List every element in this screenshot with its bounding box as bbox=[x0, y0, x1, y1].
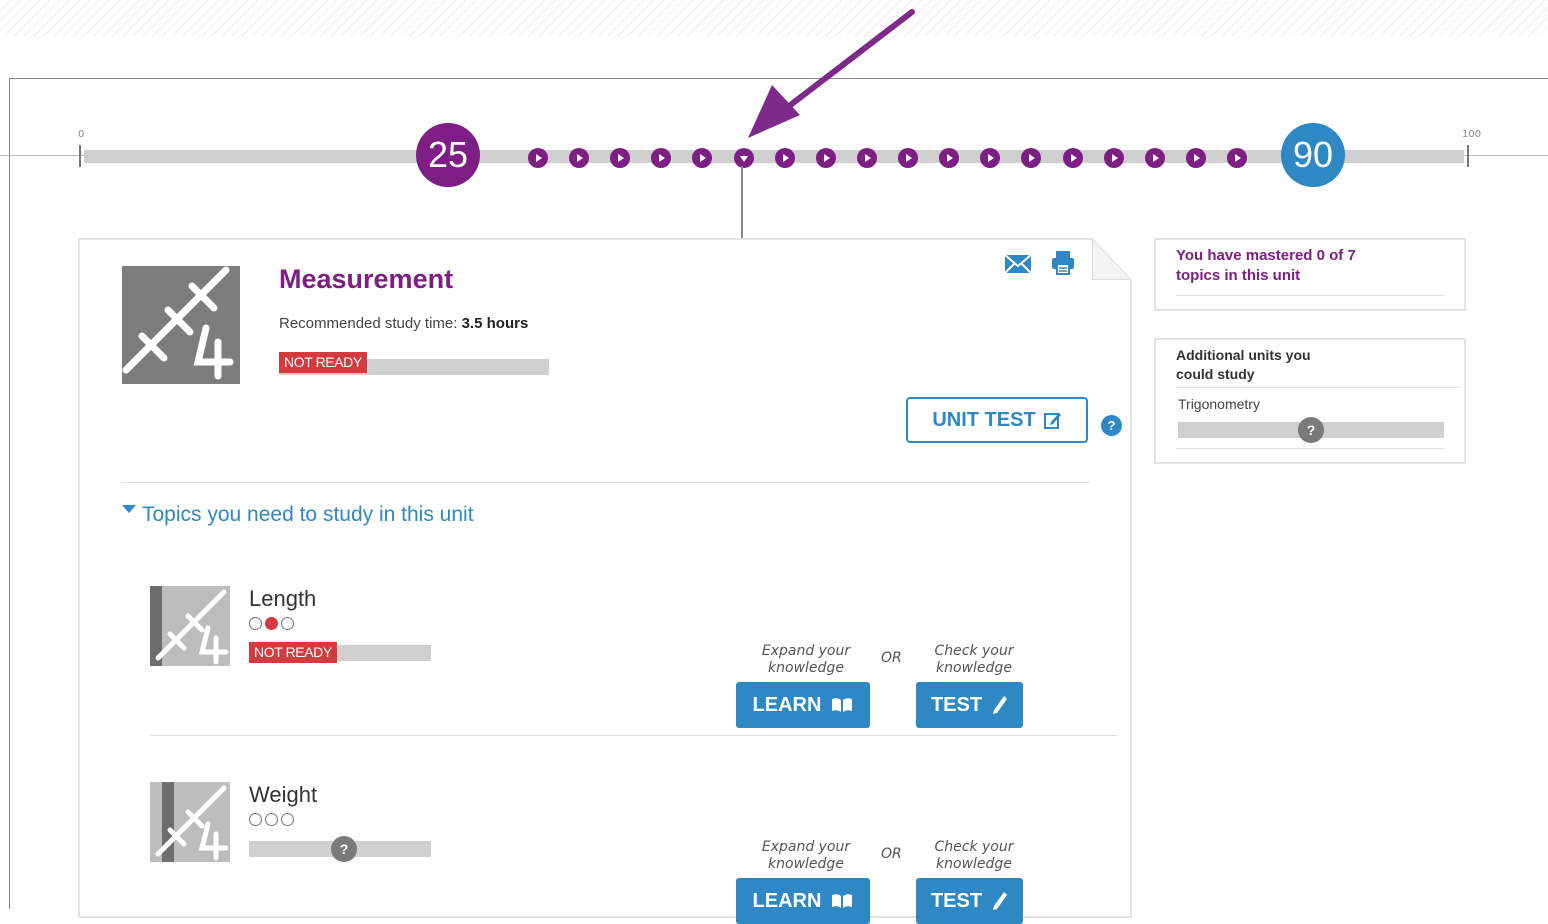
topic-level-dots bbox=[249, 813, 294, 826]
additional-unit-link[interactable]: Trigonometry bbox=[1178, 396, 1260, 412]
pencil-icon bbox=[993, 696, 1008, 714]
topic-thumbnail bbox=[150, 586, 230, 666]
panel-divider bbox=[1176, 295, 1444, 296]
email-button[interactable] bbox=[1004, 254, 1032, 278]
panel-divider bbox=[1176, 448, 1444, 449]
topics-section-title: Topics you need to study in this unit bbox=[142, 503, 474, 526]
learn-button[interactable]: LEARN bbox=[736, 878, 870, 924]
study-time-value: 3.5 hours bbox=[461, 315, 529, 332]
learn-hint: Expand your knowledge bbox=[761, 839, 851, 872]
test-hint: Check your knowledge bbox=[934, 839, 1014, 872]
topic-level-dots bbox=[249, 617, 294, 630]
unit-thumbnail bbox=[122, 266, 240, 384]
pencil-icon bbox=[993, 892, 1008, 910]
printer-icon bbox=[1052, 251, 1074, 275]
learn-label: LEARN bbox=[752, 889, 822, 912]
unit-status-badge: NOT READY bbox=[279, 352, 367, 373]
test-label: TEST bbox=[930, 693, 983, 716]
level-dot-empty bbox=[249, 813, 262, 826]
topic-title: Length bbox=[249, 586, 317, 611]
mastery-panel: You have mastered 0 of 7 topics in this … bbox=[1154, 238, 1466, 311]
additional-unit-status-icon[interactable]: ? bbox=[1298, 417, 1324, 443]
book-icon bbox=[832, 894, 853, 908]
level-dot-empty bbox=[281, 617, 294, 630]
edit-icon bbox=[1043, 413, 1061, 429]
level-dot-empty bbox=[265, 813, 278, 826]
annotation-arrow bbox=[748, 9, 915, 138]
additional-units-title: Additional units you could study bbox=[1176, 347, 1311, 382]
topics-section-toggle[interactable]: Topics you need to study in this unit bbox=[122, 503, 474, 527]
unit-test-label: UNIT TEST bbox=[932, 408, 1036, 431]
topic-status-badge: NOT READY bbox=[249, 642, 337, 663]
caret-down-icon bbox=[122, 505, 136, 513]
topic-title: Weight bbox=[249, 782, 318, 807]
topic-thumbnail bbox=[150, 782, 230, 862]
test-label: TEST bbox=[930, 889, 983, 912]
book-icon bbox=[832, 698, 853, 712]
topic-status-unknown-icon[interactable]: ? bbox=[331, 836, 357, 862]
or-label: OR bbox=[881, 846, 902, 862]
unit-test-help-icon[interactable]: ? bbox=[1101, 415, 1122, 436]
test-hint: Check your knowledge bbox=[934, 643, 1014, 676]
unit-test-button[interactable]: UNIT TEST bbox=[906, 397, 1088, 443]
study-time-label: Recommended study time: bbox=[279, 315, 458, 332]
unit-title: Measurement bbox=[279, 264, 454, 294]
test-button[interactable]: TEST bbox=[916, 682, 1023, 728]
print-button[interactable] bbox=[1051, 250, 1075, 280]
level-dot-empty bbox=[281, 813, 294, 826]
panel-divider bbox=[1176, 387, 1460, 388]
level-dot-empty bbox=[249, 617, 262, 630]
level-dot-filled bbox=[265, 617, 278, 630]
or-label: OR bbox=[881, 650, 902, 666]
additional-units-panel: Additional units you could study Trigono… bbox=[1154, 338, 1466, 464]
learn-label: LEARN bbox=[752, 693, 822, 716]
learn-button[interactable]: LEARN bbox=[736, 682, 870, 728]
learn-hint: Expand your knowledge bbox=[761, 643, 851, 676]
topic-divider bbox=[150, 735, 1117, 736]
card-divider bbox=[122, 482, 1090, 483]
test-button[interactable]: TEST bbox=[916, 878, 1023, 924]
page-corner-fold bbox=[1092, 238, 1132, 280]
mail-icon bbox=[1004, 254, 1032, 274]
study-time: Recommended study time: 3.5 hours bbox=[279, 315, 528, 332]
mastery-text: You have mastered 0 of 7 topics in this … bbox=[1176, 247, 1356, 284]
